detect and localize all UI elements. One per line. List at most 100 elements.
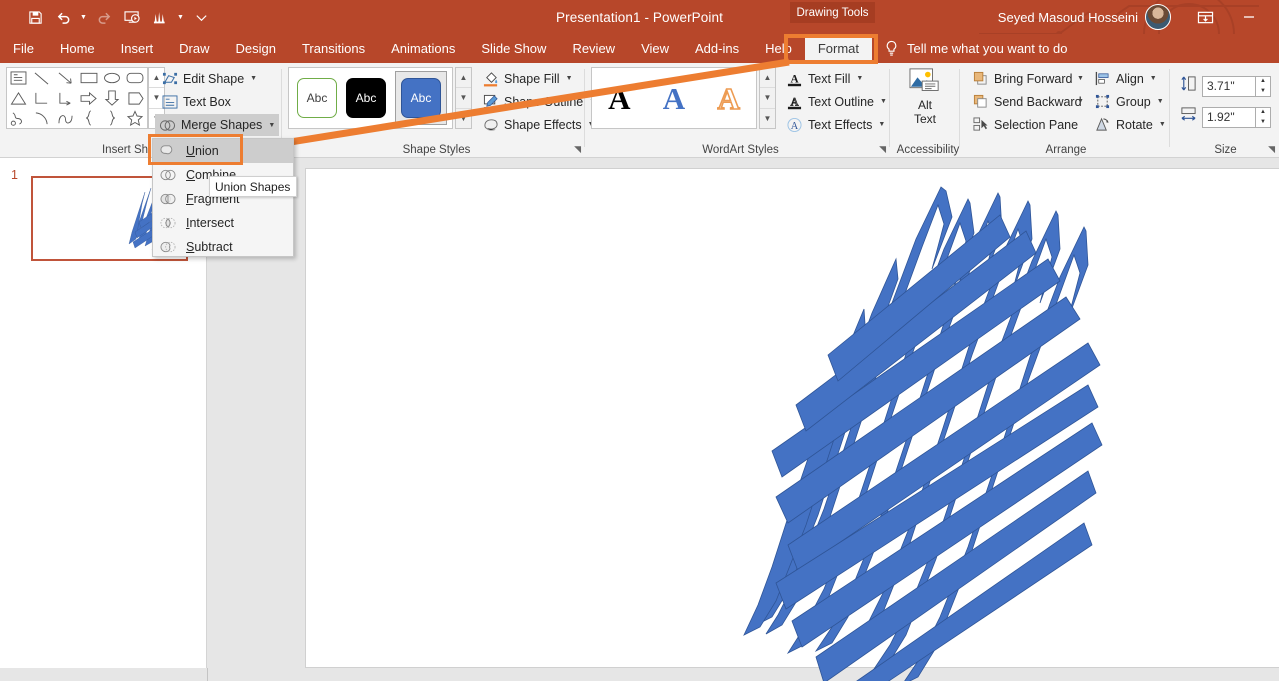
shape-line-icon[interactable] <box>31 69 53 88</box>
send-backward-caret-icon[interactable]: ▼ <box>1077 98 1084 105</box>
merge-shapes-button[interactable]: Merge Shapes ▼ <box>155 114 280 136</box>
ribbon-tabs[interactable]: File Home Insert Draw Design Transitions… <box>0 34 1279 63</box>
tell-me-search[interactable]: Tell me what you want to do <box>884 34 1067 63</box>
shape-styles-gallery[interactable]: Abc Abc Abc <box>288 67 453 129</box>
wordart-sample-1[interactable]: A <box>608 83 630 114</box>
shape-styles-scroll-up-icon[interactable]: ▲ <box>456 68 471 89</box>
tab-animations[interactable]: Animations <box>378 34 468 63</box>
tab-home[interactable]: Home <box>47 34 108 63</box>
width-down-icon[interactable]: ▼ <box>1256 117 1270 127</box>
shape-styles-dialog-launcher[interactable]: ◥ <box>574 144 581 155</box>
wordart-sample-3[interactable]: A <box>717 82 741 115</box>
shape-right-brace-icon[interactable] <box>101 109 123 128</box>
tab-format[interactable]: Format <box>804 34 873 63</box>
shape-arc-icon[interactable] <box>31 109 53 128</box>
tab-help[interactable]: Help <box>752 34 805 63</box>
tab-insert[interactable]: Insert <box>108 34 167 63</box>
shape-triangle-icon[interactable] <box>8 89 30 108</box>
scribble-union-shape[interactable] <box>736 179 1136 681</box>
tab-slide-show[interactable]: Slide Show <box>468 34 559 63</box>
height-down-icon[interactable]: ▼ <box>1256 86 1270 96</box>
shape-outline-button[interactable]: Shape Outline ▼ <box>478 91 600 112</box>
shape-width-stepper[interactable]: ▲ ▼ <box>1256 106 1271 128</box>
shape-styles-scroll[interactable]: ▲ ▼ ▼ <box>455 67 472 129</box>
menu-item-union[interactable]: Union <box>153 139 293 163</box>
shape-style-swatch-2[interactable]: Abc <box>346 78 386 118</box>
tab-design[interactable]: Design <box>223 34 289 63</box>
wordart-more-icon[interactable]: ▼ <box>760 109 775 128</box>
chevron-down-icon[interactable]: ▼ <box>250 75 257 82</box>
shape-styles-scroll-down-icon[interactable]: ▼ <box>456 88 471 109</box>
menu-item-subtract[interactable]: Subtract <box>153 235 293 259</box>
shape-height-input[interactable]: 3.71" <box>1202 75 1256 97</box>
tab-transitions[interactable]: Transitions <box>289 34 378 63</box>
window-controls[interactable] <box>1183 0 1271 34</box>
size-dialog-launcher[interactable]: ◥ <box>1268 144 1275 155</box>
tab-file[interactable]: File <box>0 34 47 63</box>
align-button[interactable]: Align ▼ <box>1090 68 1161 89</box>
text-effects-button[interactable]: A Text Effects ▼ <box>782 114 889 135</box>
chevron-down-icon[interactable]: ▼ <box>566 75 573 82</box>
chevron-down-icon[interactable]: ▼ <box>1150 75 1157 82</box>
chevron-down-icon[interactable]: ▼ <box>878 121 885 128</box>
wordart-dialog-launcher[interactable]: ◥ <box>879 144 886 155</box>
shape-right-arrow-icon[interactable] <box>78 89 100 108</box>
bring-forward-button[interactable]: Bring Forward <box>968 68 1077 89</box>
edit-shape-button[interactable]: Edit Shape ▼ <box>157 68 261 89</box>
shape-pentagon-icon[interactable] <box>124 89 146 108</box>
minimize-icon[interactable] <box>1227 2 1271 32</box>
ribbon-display-options-icon[interactable] <box>1183 2 1227 32</box>
wordart-scroll-up-icon[interactable]: ▲ <box>760 68 775 89</box>
tab-add-ins[interactable]: Add-ins <box>682 34 752 63</box>
shape-textbox-icon[interactable] <box>8 69 30 88</box>
shape-style-swatch-1[interactable]: Abc <box>297 78 337 118</box>
shape-fill-button[interactable]: Shape Fill ▼ <box>478 68 577 89</box>
wordart-styles-gallery[interactable]: A A A <box>591 67 757 129</box>
shape-style-swatch-3[interactable]: Abc <box>401 78 441 118</box>
bring-forward-caret-icon[interactable]: ▼ <box>1077 75 1084 82</box>
shape-effects-button[interactable]: Shape Effects ▼ <box>478 114 599 135</box>
tab-draw[interactable]: Draw <box>166 34 222 63</box>
merge-shapes-menu[interactable]: Union Combine Fragment Intersect Subtrac… <box>152 138 294 257</box>
send-backward-button[interactable]: Send Backward <box>968 91 1086 112</box>
shape-styles-more-icon[interactable]: ▼ <box>456 109 471 128</box>
width-up-icon[interactable]: ▲ <box>1256 108 1270 118</box>
text-fill-button[interactable]: A Text Fill ▼ <box>782 68 867 89</box>
shape-scribble-icon[interactable] <box>8 109 30 128</box>
shapes-gallery[interactable] <box>6 67 148 129</box>
shape-width-input[interactable]: 1.92" <box>1202 106 1256 128</box>
shape-star-icon[interactable] <box>124 109 146 128</box>
shape-down-arrow-icon[interactable] <box>101 89 123 108</box>
alt-text-button[interactable]: Alt Text <box>902 67 948 133</box>
shape-curve-icon[interactable] <box>54 109 76 128</box>
shape-oval-icon[interactable] <box>101 69 123 88</box>
chevron-down-icon[interactable]: ▼ <box>856 75 863 82</box>
shape-left-brace-icon[interactable] <box>78 109 100 128</box>
account-area[interactable]: Seyed Masoud Hosseini <box>998 0 1171 34</box>
shape-rectangle-icon[interactable] <box>78 69 100 88</box>
text-box-icon <box>161 93 178 110</box>
shape-elbow-arrow-icon[interactable] <box>54 89 76 108</box>
chevron-down-icon[interactable]: ▼ <box>1159 121 1166 128</box>
shape-elbow-connector-icon[interactable] <box>31 89 53 108</box>
wordart-sample-2[interactable]: A <box>663 83 685 114</box>
shape-rounded-rectangle-icon[interactable] <box>124 69 146 88</box>
slide-canvas[interactable] <box>305 168 1279 681</box>
height-up-icon[interactable]: ▲ <box>1256 77 1270 87</box>
selection-pane-button[interactable]: Selection Pane <box>968 114 1082 135</box>
shape-arrow-icon[interactable] <box>54 69 76 88</box>
chevron-down-icon[interactable]: ▼ <box>1157 98 1164 105</box>
tab-view[interactable]: View <box>628 34 682 63</box>
chevron-down-icon[interactable]: ▼ <box>268 122 275 129</box>
menu-item-intersect[interactable]: Intersect <box>153 211 293 235</box>
rotate-button[interactable]: Rotate ▼ <box>1090 114 1170 135</box>
text-box-button[interactable]: Text Box <box>157 91 235 112</box>
wordart-scroll-down-icon[interactable]: ▼ <box>760 88 775 109</box>
text-outline-button[interactable]: A Text Outline ▼ <box>782 91 891 112</box>
chevron-down-icon[interactable]: ▼ <box>880 98 887 105</box>
wordart-styles-scroll[interactable]: ▲ ▼ ▼ <box>759 67 776 129</box>
group-button[interactable]: Group ▼ <box>1090 91 1168 112</box>
tab-review[interactable]: Review <box>559 34 628 63</box>
shape-height-stepper[interactable]: ▲ ▼ <box>1256 75 1271 97</box>
avatar[interactable] <box>1145 4 1171 30</box>
